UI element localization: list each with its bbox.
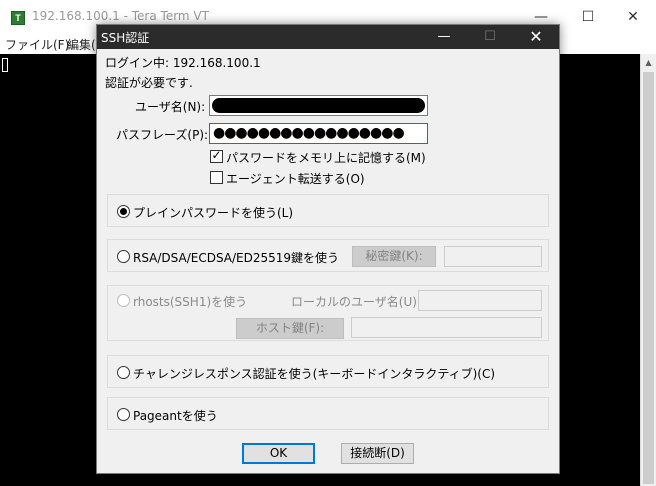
private-key-path-field: [444, 246, 542, 267]
host-key-button: ホスト鍵(F):: [236, 318, 344, 339]
scrollbar-thumb[interactable]: [643, 72, 654, 484]
auth-required-text: 認証が必要です.: [105, 76, 193, 90]
remember-password-label[interactable]: パスワードをメモリ上に記憶する(M): [226, 149, 426, 166]
rsa-key-label[interactable]: RSA/DSA/ECDSA/ED25519鍵を使う: [133, 249, 339, 266]
menu-edit[interactable]: 編集(: [67, 36, 96, 53]
local-username-label: ローカルのユーザ名(U):: [291, 295, 421, 309]
terminal-window-title: 192.168.100.1 - Tera Term VT: [32, 9, 209, 23]
rsa-key-group: RSA/DSA/ECDSA/ED25519鍵を使う 秘密鍵(K):: [107, 239, 549, 272]
login-status-text: ログイン中: 192.168.100.1: [105, 56, 261, 70]
dialog-title: SSH認証: [101, 31, 150, 45]
menu-file[interactable]: ファイル(F): [5, 36, 69, 53]
disconnect-button[interactable]: 接続断(D): [341, 443, 414, 464]
passphrase-masked-value: ●●●●●●●●●●●●●●●●●: [213, 125, 405, 141]
remember-password-checkbox[interactable]: ✓: [210, 148, 223, 163]
agent-forwarding-label[interactable]: エージェント転送する(O): [226, 170, 365, 187]
rhosts-radio: [117, 294, 130, 307]
rhosts-label: rhosts(SSH1)を使う: [133, 295, 248, 309]
challenge-response-group: チャレンジレスポンス認証を使う(キーボードインタラクティブ)(C): [107, 355, 549, 388]
redacted-username: [212, 98, 425, 113]
challenge-response-label[interactable]: チャレンジレスポンス認証を使う(キーボードインタラクティブ)(C): [133, 365, 495, 382]
plain-password-label[interactable]: プレインパスワードを使う(L): [133, 204, 293, 221]
challenge-response-radio[interactable]: [117, 366, 130, 379]
teraterm-app-icon: T: [11, 11, 25, 25]
rhosts-group: rhosts(SSH1)を使う ローカルのユーザ名(U): ホスト鍵(F):: [107, 285, 549, 341]
rsa-key-radio[interactable]: [117, 250, 130, 263]
private-key-button: 秘密鍵(K):: [352, 246, 436, 267]
ssh-auth-dialog: SSH認証 — ☐ ✕ ログイン中: 192.168.100.1 認証が必要です…: [96, 24, 560, 474]
passphrase-label: パスフレーズ(P):: [116, 128, 209, 142]
dialog-close-icon[interactable]: ✕: [513, 25, 559, 49]
passphrase-input[interactable]: ●●●●●●●●●●●●●●●●●: [209, 123, 428, 144]
scroll-up-icon[interactable]: ▲: [641, 54, 656, 71]
username-label: ユーザ名(N):: [135, 100, 206, 114]
ok-button[interactable]: OK: [242, 443, 315, 464]
dialog-minimize-icon[interactable]: —: [421, 25, 467, 49]
terminal-cursor: [2, 58, 8, 72]
plain-password-group: プレインパスワードを使う(L): [107, 194, 549, 227]
close-icon[interactable]: ✕: [610, 0, 656, 34]
dialog-titlebar[interactable]: SSH認証 — ☐ ✕: [97, 25, 559, 49]
pageant-radio[interactable]: [117, 408, 130, 421]
dialog-maximize-icon: ☐: [484, 29, 496, 44]
terminal-scrollbar[interactable]: ▲: [640, 54, 656, 486]
plain-password-radio[interactable]: [117, 205, 130, 218]
local-username-field: [418, 290, 542, 311]
username-input[interactable]: [209, 95, 428, 116]
agent-forwarding-checkbox[interactable]: [210, 171, 223, 184]
checkmark-icon: ✓: [211, 148, 222, 162]
pageant-group: Pageantを使う: [107, 397, 549, 430]
host-key-path-field: [351, 317, 542, 338]
pageant-label[interactable]: Pageantを使う: [133, 407, 218, 424]
maximize-icon[interactable]: ☐: [565, 0, 611, 34]
